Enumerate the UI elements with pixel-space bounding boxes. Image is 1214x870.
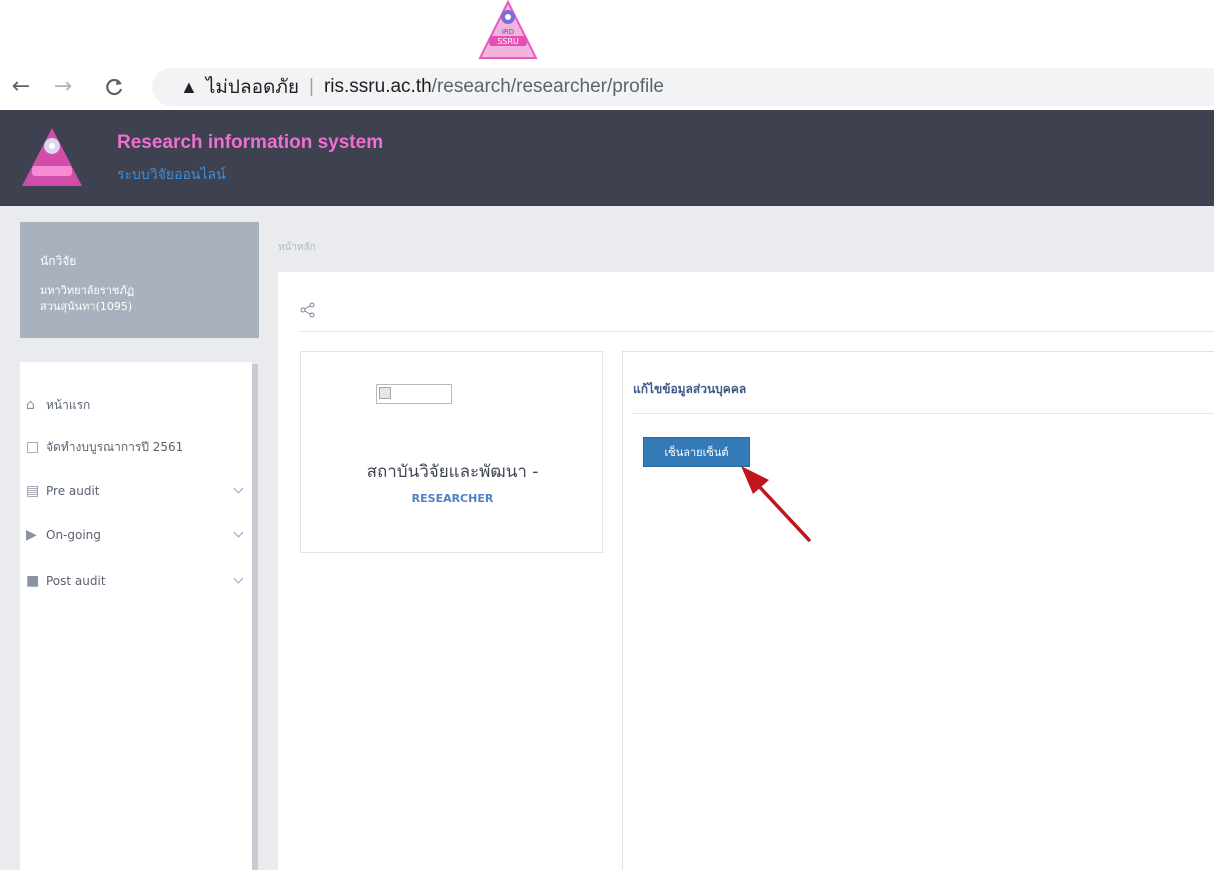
edit-divider xyxy=(633,413,1214,414)
sidebar-item-label: Pre audit xyxy=(46,484,100,498)
sidebar-item-on-going[interactable]: ▶ On-going xyxy=(20,520,252,550)
profile-image-placeholder xyxy=(376,384,452,404)
forward-arrow-icon[interactable]: → xyxy=(48,72,78,102)
sidebar-item-label: Post audit xyxy=(46,574,106,588)
breadcrumb[interactable]: หน้าหลัก xyxy=(278,240,316,255)
profile-name: สถาบันวิจัยและพัฒนา - xyxy=(366,462,539,482)
chevron-down-icon xyxy=(233,527,244,538)
svg-text:SSRU: SSRU xyxy=(497,37,519,46)
home-icon: ⌂ xyxy=(26,397,35,413)
red-arrow-annotation xyxy=(741,466,811,542)
url-path: /research/researcher/profile xyxy=(431,76,664,97)
address-separator: | xyxy=(309,76,314,97)
play-icon: ▶ xyxy=(26,527,37,543)
sidebar-menu: ⌂ หน้าแรก □ จัดทำงบบูรณาการปี 2561 ▤ Pre… xyxy=(20,362,252,870)
profile-role: RESEARCHER xyxy=(411,492,494,505)
sidebar: นักวิจัย มหาวิทยาลัยราชภัฏสวนสุนันทา(109… xyxy=(0,206,263,870)
sidebar-scrollbar[interactable] xyxy=(252,364,258,870)
document-icon: ▤ xyxy=(26,483,40,499)
sidebar-item-pre-audit[interactable]: ▤ Pre audit xyxy=(20,476,252,506)
share-icon[interactable] xyxy=(300,302,316,318)
sidebar-item-budget[interactable]: □ จัดทำงบบูรณาการปี 2561 xyxy=(20,432,252,462)
svg-text:IRD: IRD xyxy=(502,28,514,36)
sign-signature-button[interactable]: เซ็นลายเซ็นต์ xyxy=(643,437,750,467)
chevron-down-icon xyxy=(233,483,244,494)
sidebar-item-label: On-going xyxy=(46,528,101,542)
chevron-down-icon xyxy=(233,573,244,584)
sidebar-item-home[interactable]: ⌂ หน้าแรก xyxy=(20,390,252,420)
browser-toolbar: ← → ▲ ไม่ปลอดภัย | ris.ssru.ac.th/resear… xyxy=(0,64,1214,110)
user-role: นักวิจัย xyxy=(40,254,77,268)
toolbar-divider xyxy=(299,331,1214,332)
app-title: Research information system xyxy=(117,132,384,153)
user-organization: มหาวิทยาลัยราชภัฏสวนสุนันทา(1095) xyxy=(40,284,135,313)
bookmark-icon: □ xyxy=(26,439,40,455)
security-warning-label: ไม่ปลอดภัย xyxy=(205,77,300,98)
sidebar-item-label: หน้าแรก xyxy=(46,397,91,412)
sidebar-item-label: จัดทำงบบูรณาการปี 2561 xyxy=(46,439,184,454)
sidebar-item-post-audit[interactable]: ■ Post audit xyxy=(20,566,252,596)
user-info-box: นักวิจัย มหาวิทยาลัยราชภัฏสวนสุนันทา(109… xyxy=(20,222,259,338)
url-host: ris.ssru.ac.th xyxy=(323,76,432,97)
reload-icon[interactable] xyxy=(100,72,130,102)
app-subtitle: ระบบวิจัยออนไลน์ xyxy=(117,167,226,183)
ssru-logo xyxy=(22,128,82,186)
file-icon: ■ xyxy=(26,573,40,589)
ird-ssru-logo: IRD SSRU xyxy=(478,0,538,59)
address-bar[interactable]: ▲ ไม่ปลอดภัย | ris.ssru.ac.th/research/r… xyxy=(152,68,1214,106)
profile-card: สถาบันวิจัยและพัฒนา - RESEARCHER xyxy=(300,351,603,553)
edit-profile-card: แก้ไขข้อมูลส่วนบุคคล xyxy=(622,351,1214,870)
app-header: Research information system ระบบวิจัยออน… xyxy=(0,110,1214,206)
warning-triangle-icon: ▲ xyxy=(180,76,198,97)
back-arrow-icon[interactable]: ← xyxy=(6,72,36,102)
edit-profile-title: แก้ไขข้อมูลส่วนบุคคล xyxy=(633,382,747,396)
